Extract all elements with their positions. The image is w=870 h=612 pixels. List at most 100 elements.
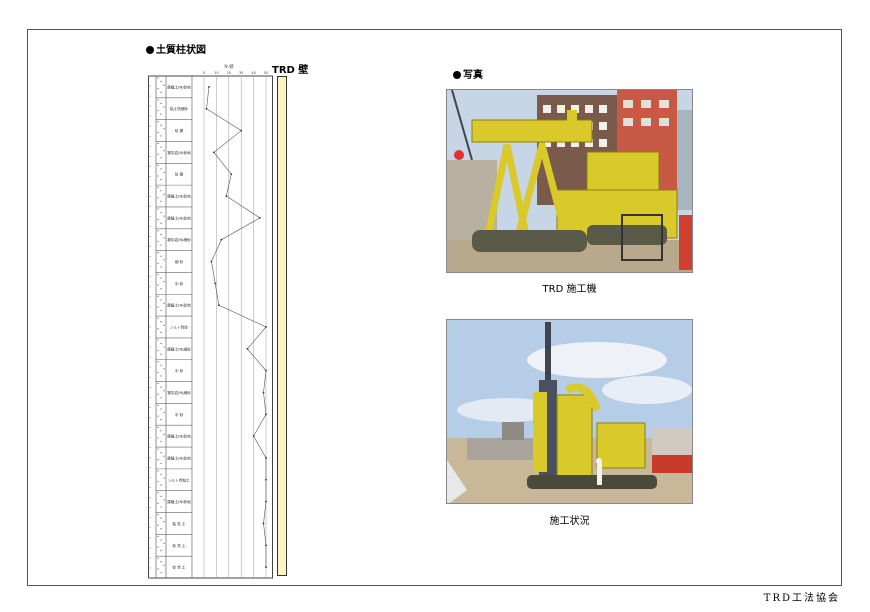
soil-pattern-dot xyxy=(160,528,162,530)
soil-pattern-dot xyxy=(157,131,159,133)
soil-pattern-dot xyxy=(157,437,159,439)
trd-machine-illustration xyxy=(447,90,692,272)
soil-pattern-dot xyxy=(157,273,159,276)
n-value-point xyxy=(265,369,267,372)
footer-association: TRD工法協会 xyxy=(763,593,840,604)
soil-pattern-dot xyxy=(160,561,162,563)
soil-pattern-dot xyxy=(160,135,162,137)
soil-pattern-dot xyxy=(157,350,159,352)
soil-pattern-dot xyxy=(160,309,162,312)
bullet-icon xyxy=(453,71,461,79)
soil-pattern-dot xyxy=(160,244,162,246)
soil-pattern-dot xyxy=(160,571,162,574)
soil-pattern-dot xyxy=(163,128,165,130)
soil-pattern-dot xyxy=(163,150,165,152)
soil-pattern-dot xyxy=(160,484,162,486)
soil-pattern-dot xyxy=(157,361,159,363)
soil-layer-label: 凝灰岩(N)細砂 xyxy=(167,237,191,242)
n-value-point xyxy=(265,566,267,568)
n-value-point xyxy=(214,282,217,285)
soil-pattern-dot xyxy=(157,295,159,297)
soil-layer-label: シルト質粘土 xyxy=(168,477,190,482)
soil-pattern-dot xyxy=(163,259,165,261)
soil-layer-label: 中 砂 xyxy=(175,412,184,417)
soil-pattern-dot xyxy=(157,535,159,537)
soil-pattern-dot xyxy=(160,342,162,345)
soil-pattern-dot xyxy=(160,375,162,377)
soil-pattern-dot xyxy=(157,317,159,319)
soil-pattern-dot xyxy=(157,219,159,221)
soil-pattern-dot xyxy=(157,404,159,406)
soil-pattern-dot xyxy=(157,252,159,254)
soil-layer-label: 腐植土(N)砂地 xyxy=(167,455,191,460)
soil-pattern-dot xyxy=(157,230,159,232)
n-value-point xyxy=(265,457,267,459)
n-value-point xyxy=(217,304,220,307)
n-value-tick-label: 40 xyxy=(251,71,255,75)
n-value-point xyxy=(252,435,255,438)
soil-pattern-dot xyxy=(157,99,159,101)
soil-pattern-dot xyxy=(160,473,162,476)
soil-layer-label: 腐植土(N)砂地 xyxy=(167,434,191,439)
photos-heading: 写真 xyxy=(453,66,483,81)
soil-pattern-dot xyxy=(160,419,162,421)
soil-pattern-dot xyxy=(160,364,162,366)
soil-pattern-dot xyxy=(157,426,159,428)
soil-layer-label: 砂 層 xyxy=(175,128,184,133)
n-value-scale-caption: N 値 xyxy=(224,63,234,70)
soil-pattern-dot xyxy=(160,386,162,388)
soil-pattern-dot xyxy=(157,328,159,330)
n-value-point xyxy=(210,260,213,263)
n-value-tick-label: 50 xyxy=(264,71,268,75)
soil-pattern-dot xyxy=(157,415,159,417)
n-value-point xyxy=(246,347,249,350)
soil-pattern-dot xyxy=(163,564,165,566)
soil-log-title: 土質柱状図 xyxy=(156,45,206,56)
soil-layer-label: 中 砂 xyxy=(175,368,184,373)
n-value-point xyxy=(205,107,208,110)
soil-pattern-dot xyxy=(157,142,159,145)
soil-log-chart: 0 10 20 30 40 50N 値腐植土(N)砂地粘土質細砂砂 層凝灰岩(N)砂地砂 … xyxy=(148,63,273,579)
soil-pattern-dot xyxy=(160,266,162,268)
soil-pattern-dot xyxy=(157,153,159,155)
soil-pattern-dot xyxy=(160,277,162,279)
construction-site-illustration xyxy=(447,320,692,503)
soil-pattern-dot xyxy=(160,321,162,323)
soil-pattern-dot xyxy=(160,397,162,399)
soil-pattern-dot xyxy=(163,390,165,392)
n-value-tick-label: 20 xyxy=(227,71,231,75)
soil-log-heading: 土質柱状図 xyxy=(146,41,206,56)
soil-pattern-dot xyxy=(163,193,165,195)
soil-pattern-dot xyxy=(160,102,162,104)
soil-pattern-dot xyxy=(163,106,165,108)
n-value-series-line xyxy=(206,86,267,568)
n-value-point xyxy=(240,129,243,132)
n-value-tick-label: 30 xyxy=(239,71,243,75)
soil-pattern-dot xyxy=(160,157,162,159)
soil-pattern-dot xyxy=(163,433,165,435)
soil-pattern-dot xyxy=(163,477,165,479)
soil-layer-label: 腐植土(N)砂地 xyxy=(167,499,191,504)
bullet-icon xyxy=(146,46,154,54)
n-value-point xyxy=(265,478,267,481)
soil-pattern-dot xyxy=(160,353,162,355)
n-value-point xyxy=(258,216,261,219)
soil-pattern-dot xyxy=(157,513,159,516)
soil-layer-label: 腐植土(N)砂地 xyxy=(167,84,191,89)
soil-pattern-dot xyxy=(157,492,159,494)
n-value-tick-label: 10 xyxy=(214,71,218,75)
soil-pattern-dot xyxy=(157,186,159,188)
soil-pattern-dot xyxy=(157,448,159,450)
soil-pattern-dot xyxy=(163,171,165,174)
soil-pattern-dot xyxy=(160,146,162,148)
soil-pattern-dot xyxy=(163,346,165,348)
soil-pattern-dot xyxy=(157,459,159,461)
soil-pattern-dot xyxy=(157,502,159,504)
soil-pattern-dot xyxy=(157,88,159,90)
soil-pattern-dot xyxy=(163,215,165,217)
n-value-point xyxy=(208,86,210,88)
soil-pattern-dot xyxy=(160,91,162,93)
soil-pattern-dot xyxy=(157,109,159,112)
soil-pattern-dot xyxy=(163,455,165,457)
soil-pattern-dot xyxy=(157,262,159,264)
